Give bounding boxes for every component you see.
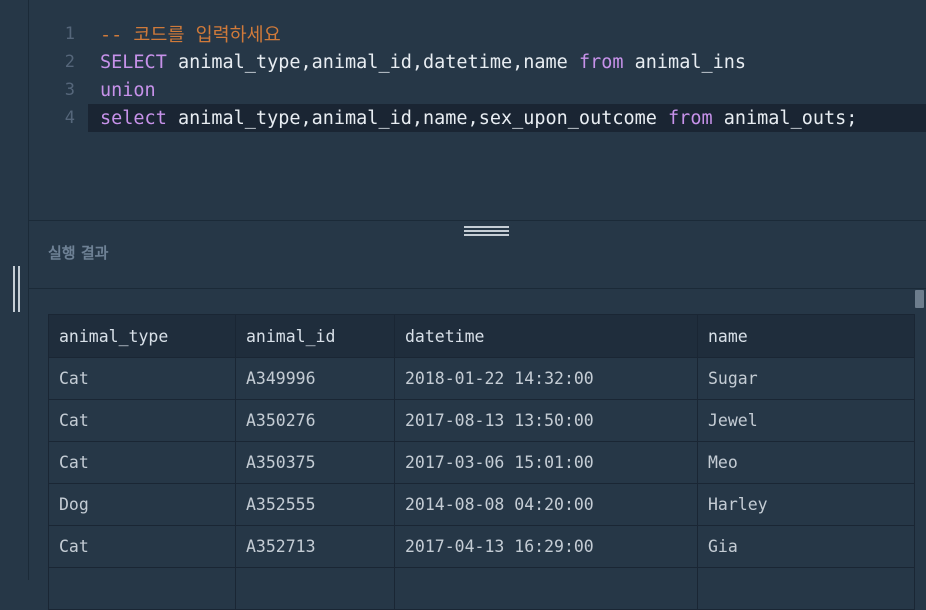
sql-text: animal_outs; [712, 107, 858, 129]
table-row: Cat A349996 2018-01-22 14:32:00 Sugar [48, 357, 915, 400]
sql-keyword: SELECT [100, 51, 167, 73]
table-cell: Cat [48, 399, 236, 442]
table-cell [48, 567, 236, 610]
line-number: 4 [64, 108, 75, 128]
table-cell: 2017-08-13 13:50:00 [394, 399, 698, 442]
table-row: Cat A350375 2017-03-06 15:01:00 Meo [48, 441, 915, 484]
column-header: datetime [394, 314, 698, 358]
code-line[interactable]: 2 SELECT animal_type,animal_id,datetime,n… [29, 48, 926, 76]
sql-keyword: from [578, 51, 624, 73]
column-header: animal_type [48, 314, 236, 358]
table-row: Cat A350276 2017-08-13 13:50:00 Jewel [48, 399, 915, 442]
line-number: 1 [64, 24, 75, 44]
table-cell: Dog [48, 483, 236, 526]
table-header-row: animal_type animal_id datetime name [48, 314, 915, 358]
panel-splitter-handle[interactable] [10, 266, 22, 312]
line-number: 2 [64, 52, 75, 72]
column-header: animal_id [235, 314, 395, 358]
table-cell: 2018-01-22 14:32:00 [394, 357, 698, 400]
result-divider [29, 288, 926, 289]
table-cell [235, 567, 395, 610]
table-cell [394, 567, 698, 610]
table-cell: Cat [48, 357, 236, 400]
table-cell: Harley [697, 483, 915, 526]
table-cell [697, 567, 915, 610]
table-cell: Meo [697, 441, 915, 484]
table-cell: Jewel [697, 399, 915, 442]
sql-keyword: from [668, 107, 713, 129]
table-cell: Gia [697, 525, 915, 568]
resize-grip-icon[interactable] [464, 226, 509, 238]
sql-text: animal_ins [623, 51, 747, 73]
sql-comment: -- 코드를 입력하세요 [100, 25, 281, 46]
sql-keyword: select [100, 107, 167, 129]
table-row: Cat A352713 2017-04-13 16:29:00 Gia [48, 525, 915, 568]
sql-text: animal_type,animal_id,datetime,name [166, 51, 579, 73]
table-cell: Cat [48, 441, 236, 484]
splitter-bar [17, 266, 20, 312]
table-row: Dog A352555 2014-08-08 04:20:00 Harley [48, 483, 915, 526]
sql-keyword: union [100, 79, 156, 101]
table-cell: 2014-08-08 04:20:00 [394, 483, 698, 526]
line-number: 3 [64, 80, 75, 100]
sql-text: animal_type,animal_id,name,sex_upon_outc… [166, 107, 669, 129]
table-row [48, 567, 915, 610]
table-cell: 2017-03-06 15:01:00 [394, 441, 698, 484]
table-cell: Sugar [697, 357, 915, 400]
column-header: name [697, 314, 915, 358]
table-cell: A349996 [235, 357, 395, 400]
code-line[interactable]: 1 -- 코드를 입력하세요 [29, 20, 926, 48]
scrollbar-thumb[interactable] [915, 290, 924, 308]
code-editor[interactable]: 1 -- 코드를 입력하세요 2 SELECT animal_type,animal_… [29, 0, 926, 220]
code-line[interactable]: 3 union [29, 76, 926, 104]
editor-divider [29, 220, 926, 221]
left-rail [0, 0, 29, 580]
table-cell: Cat [48, 525, 236, 568]
result-table: animal_type animal_id datetime name Cat A349… [48, 314, 915, 610]
table-cell: 2017-04-13 16:29:00 [394, 525, 698, 568]
result-title: 실행 결과 [48, 244, 109, 262]
table-cell: A350276 [235, 399, 395, 442]
splitter-bar [12, 266, 15, 312]
code-line[interactable]: 4 select animal_type,animal_id,name,sex_u… [65, 104, 926, 132]
table-cell: A352555 [235, 483, 395, 526]
table-cell: A352713 [235, 525, 395, 568]
result-table-container: animal_type animal_id datetime name Cat A349… [48, 314, 915, 610]
table-cell: A350375 [235, 441, 395, 484]
